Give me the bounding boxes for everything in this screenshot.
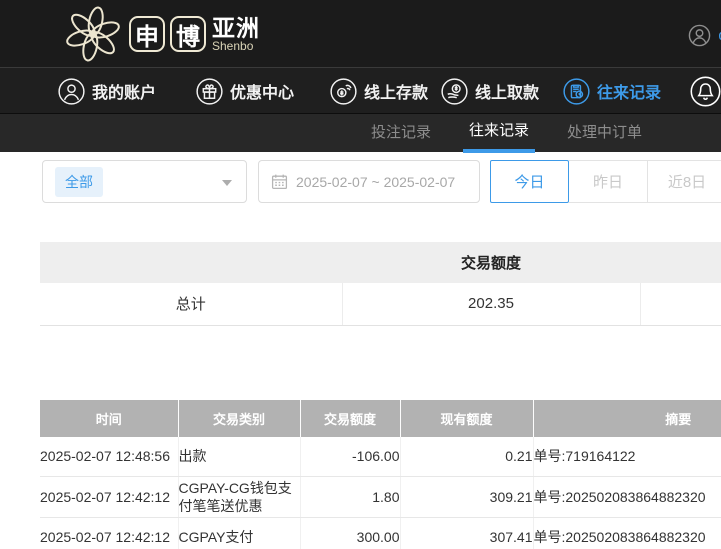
notifications-bell[interactable] (690, 68, 721, 114)
table-row: 2025-02-07 12:42:12 CGPAY-CG钱包支付笔笔送优惠 1.… (40, 476, 721, 517)
type-filter-select[interactable]: 全部 (42, 160, 247, 203)
cell-time: 2025-02-07 12:42:12 (40, 476, 178, 517)
tab-transaction-records[interactable]: 往来记录 (463, 114, 535, 153)
page: 申 博 亚洲 Shenbo qb 我的账户 (0, 0, 721, 549)
summary-header-amount: 交易额度 (342, 242, 640, 283)
tab-processing-orders[interactable]: 处理中订单 (561, 114, 648, 153)
nav-label: 优惠中心 (230, 79, 294, 103)
records-header-row: 时间 交易类别 交易额度 现有额度 摘要 (40, 400, 721, 437)
date-range-input[interactable]: 2025-02-07 ~ 2025-02-07 (258, 160, 480, 203)
cell-summary: 单号:202502083864882320 (533, 476, 721, 517)
nav-item-my-account[interactable]: 我的账户 (58, 68, 156, 114)
col-header-time: 时间 (40, 400, 178, 437)
summary-header-spacer (640, 242, 721, 283)
user-avatar-icon (688, 24, 711, 47)
cell-summary: 单号:719164122 (533, 437, 721, 476)
withdraw-icon (441, 78, 468, 105)
cell-time: 2025-02-07 12:42:12 (40, 517, 178, 549)
summary-header-spacer (40, 242, 342, 283)
nav-item-records[interactable]: 往来记录 (563, 68, 661, 114)
summary-table: 交易额度 总计 202.35 (40, 242, 721, 326)
summary-total-value: 202.35 (342, 283, 640, 325)
nav-label: 线上存款 (364, 79, 428, 103)
flower-logo-icon (62, 4, 124, 64)
cell-category: CGPAY支付 (178, 517, 300, 549)
type-filter-selected-chip: 全部 (55, 167, 103, 197)
summary-total-label: 总计 (40, 283, 342, 325)
nav-item-promotions[interactable]: 优惠中心 (196, 68, 294, 114)
nav-label: 往来记录 (597, 79, 661, 103)
quick-date-buttons: 今日 昨日 近8日 (490, 160, 721, 203)
user-account[interactable]: qb (688, 24, 721, 47)
cell-time: 2025-02-07 12:48:56 (40, 437, 178, 476)
summary-header-row: 交易额度 (40, 242, 721, 283)
gift-icon (196, 78, 223, 105)
logo-subtitle: Shenbo (212, 40, 260, 53)
nav-item-deposit[interactable]: 线上存款 (330, 68, 428, 114)
col-header-category: 交易类别 (178, 400, 300, 437)
nav-label: 我的账户 (92, 79, 156, 103)
chevron-down-icon (222, 180, 232, 186)
cell-amount: -106.00 (300, 437, 400, 476)
nav-label: 线上取款 (475, 79, 539, 103)
filter-row: 全部 2025-02-07 ~ 2025-02-07 今日 昨日 近8日 (0, 160, 721, 203)
cell-balance: 307.41 (400, 517, 533, 549)
nav-item-withdraw[interactable]: 线上取款 (441, 68, 539, 114)
cell-summary: 单号:202502083864882320 (533, 517, 721, 549)
col-header-balance: 现有额度 (400, 400, 533, 437)
yesterday-button[interactable]: 昨日 (569, 160, 648, 203)
records-table: 时间 交易类别 交易额度 现有额度 摘要 2025-02-07 12:48:56… (40, 400, 721, 549)
logo-region-text: 亚洲 (212, 16, 260, 40)
col-header-summary: 摘要 (533, 400, 721, 437)
user-icon (58, 78, 85, 105)
records-icon (563, 78, 590, 105)
table-row: 2025-02-07 12:48:56 出款 -106.00 0.21 单号:7… (40, 437, 721, 476)
calendar-icon (271, 173, 288, 190)
cell-category: 出款 (178, 437, 300, 476)
cell-amount: 1.80 (300, 476, 400, 517)
summary-total-row: 总计 202.35 (40, 283, 721, 325)
logo-char-box: 申 (129, 16, 165, 52)
top-header: 申 博 亚洲 Shenbo qb (0, 0, 721, 67)
last-8-days-button[interactable]: 近8日 (648, 160, 721, 203)
col-header-amount: 交易额度 (300, 400, 400, 437)
bell-icon (690, 76, 721, 107)
logo-char-box: 博 (170, 16, 206, 52)
date-range-value: 2025-02-07 ~ 2025-02-07 (296, 174, 455, 190)
cell-category: CGPAY-CG钱包支付笔笔送优惠 (178, 476, 300, 517)
sub-nav: 投注记录 往来记录 处理中订单 (0, 113, 721, 152)
site-logo[interactable]: 申 博 亚洲 Shenbo (62, 4, 260, 64)
deposit-icon (330, 78, 357, 105)
today-button[interactable]: 今日 (490, 160, 569, 203)
summary-empty-cell (640, 283, 721, 325)
main-nav: 我的账户 优惠中心 线上存款 (0, 67, 721, 113)
cell-amount: 300.00 (300, 517, 400, 549)
tab-betting-records[interactable]: 投注记录 (365, 114, 437, 153)
cell-balance: 0.21 (400, 437, 533, 476)
table-row: 2025-02-07 12:42:12 CGPAY支付 300.00 307.4… (40, 517, 721, 549)
cell-balance: 309.21 (400, 476, 533, 517)
